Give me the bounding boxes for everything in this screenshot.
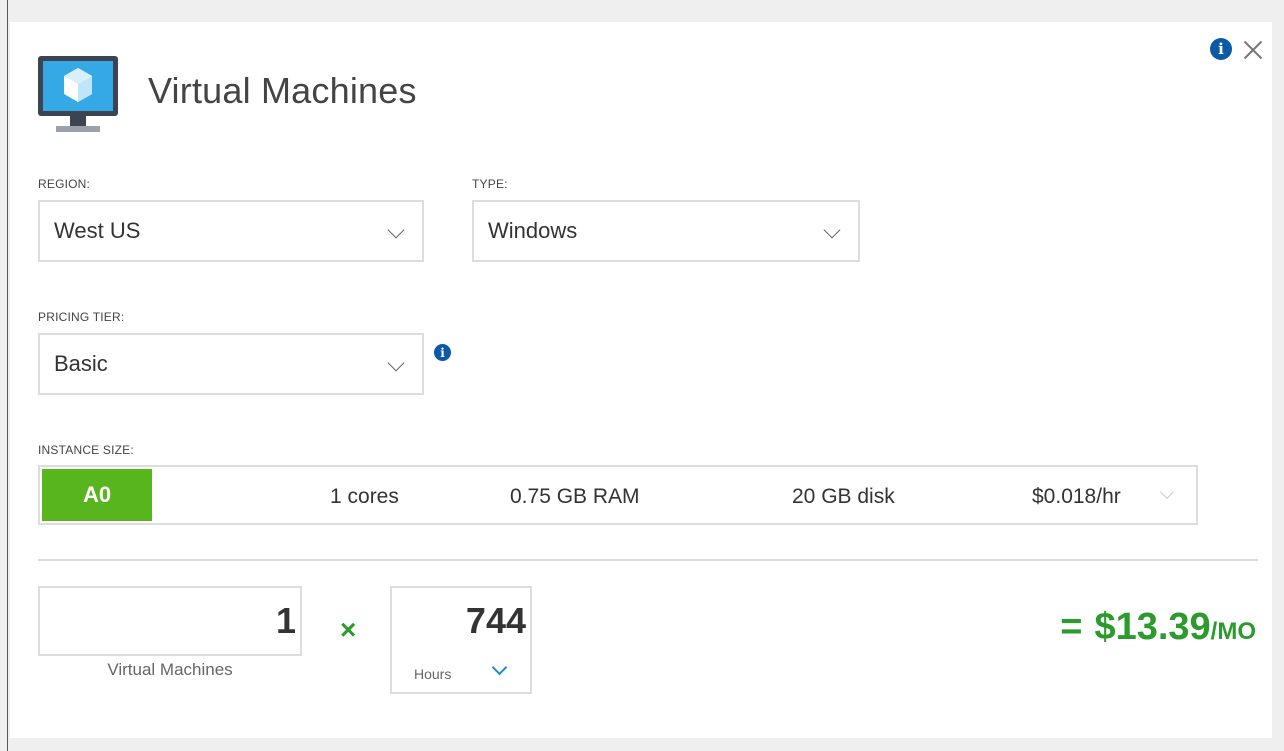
- instance-size-select[interactable]: A0 1 cores 0.75 GB RAM 20 GB disk $0.018…: [38, 465, 1198, 525]
- vm-count-label: Virtual Machines: [107, 660, 233, 679]
- header-actions: i: [1210, 38, 1264, 60]
- chevron-down-icon: [491, 659, 508, 676]
- type-value: Windows: [488, 218, 578, 243]
- info-icon[interactable]: i: [1210, 38, 1232, 60]
- monthly-total: = $13.39/MO: [1060, 606, 1256, 649]
- region-label: REGION:: [38, 177, 91, 191]
- instance-ram: 0.75 GB RAM: [510, 485, 640, 508]
- chevron-down-icon: [823, 221, 841, 239]
- calculator-card: i Virtual Machines REGION: West US TYPE:…: [10, 22, 1272, 738]
- region-value: West US: [54, 218, 141, 243]
- instance-disk: 20 GB disk: [792, 485, 895, 508]
- instance-size-label: INSTANCE SIZE:: [38, 443, 134, 457]
- window-frame: [0, 0, 8, 751]
- hours-input[interactable]: 744: [390, 586, 532, 654]
- total-amount: $13.39: [1094, 606, 1211, 648]
- chevron-down-icon: [387, 221, 405, 239]
- page-title: Virtual Machines: [148, 70, 417, 111]
- close-icon[interactable]: [1242, 38, 1264, 60]
- region-select[interactable]: West US: [38, 200, 424, 262]
- multiply-sign: ×: [340, 614, 357, 645]
- pricing-tier-select[interactable]: Basic: [38, 333, 424, 395]
- type-label: TYPE:: [472, 177, 508, 191]
- instance-cores: 1 cores: [330, 485, 399, 508]
- divider: [38, 559, 1258, 561]
- instance-price: $0.018/hr: [1032, 485, 1121, 508]
- vm-count-input[interactable]: 1: [38, 586, 302, 656]
- hours-unit-dropdown[interactable]: Hours: [390, 652, 532, 694]
- type-select[interactable]: Windows: [472, 200, 860, 262]
- instance-size-badge: A0: [42, 469, 152, 521]
- pricing-tier-value: Basic: [54, 351, 108, 376]
- per-month-label: /MO: [1210, 618, 1256, 645]
- chevron-down-icon: [1159, 484, 1175, 500]
- equals-sign: =: [1060, 606, 1083, 648]
- chevron-down-icon: [387, 354, 405, 372]
- pricing-tier-info-icon[interactable]: i: [434, 344, 451, 361]
- pricing-tier-label: PRICING TIER:: [38, 310, 125, 324]
- virtual-machine-icon: [38, 56, 118, 132]
- hours-unit-label: Hours: [414, 666, 452, 682]
